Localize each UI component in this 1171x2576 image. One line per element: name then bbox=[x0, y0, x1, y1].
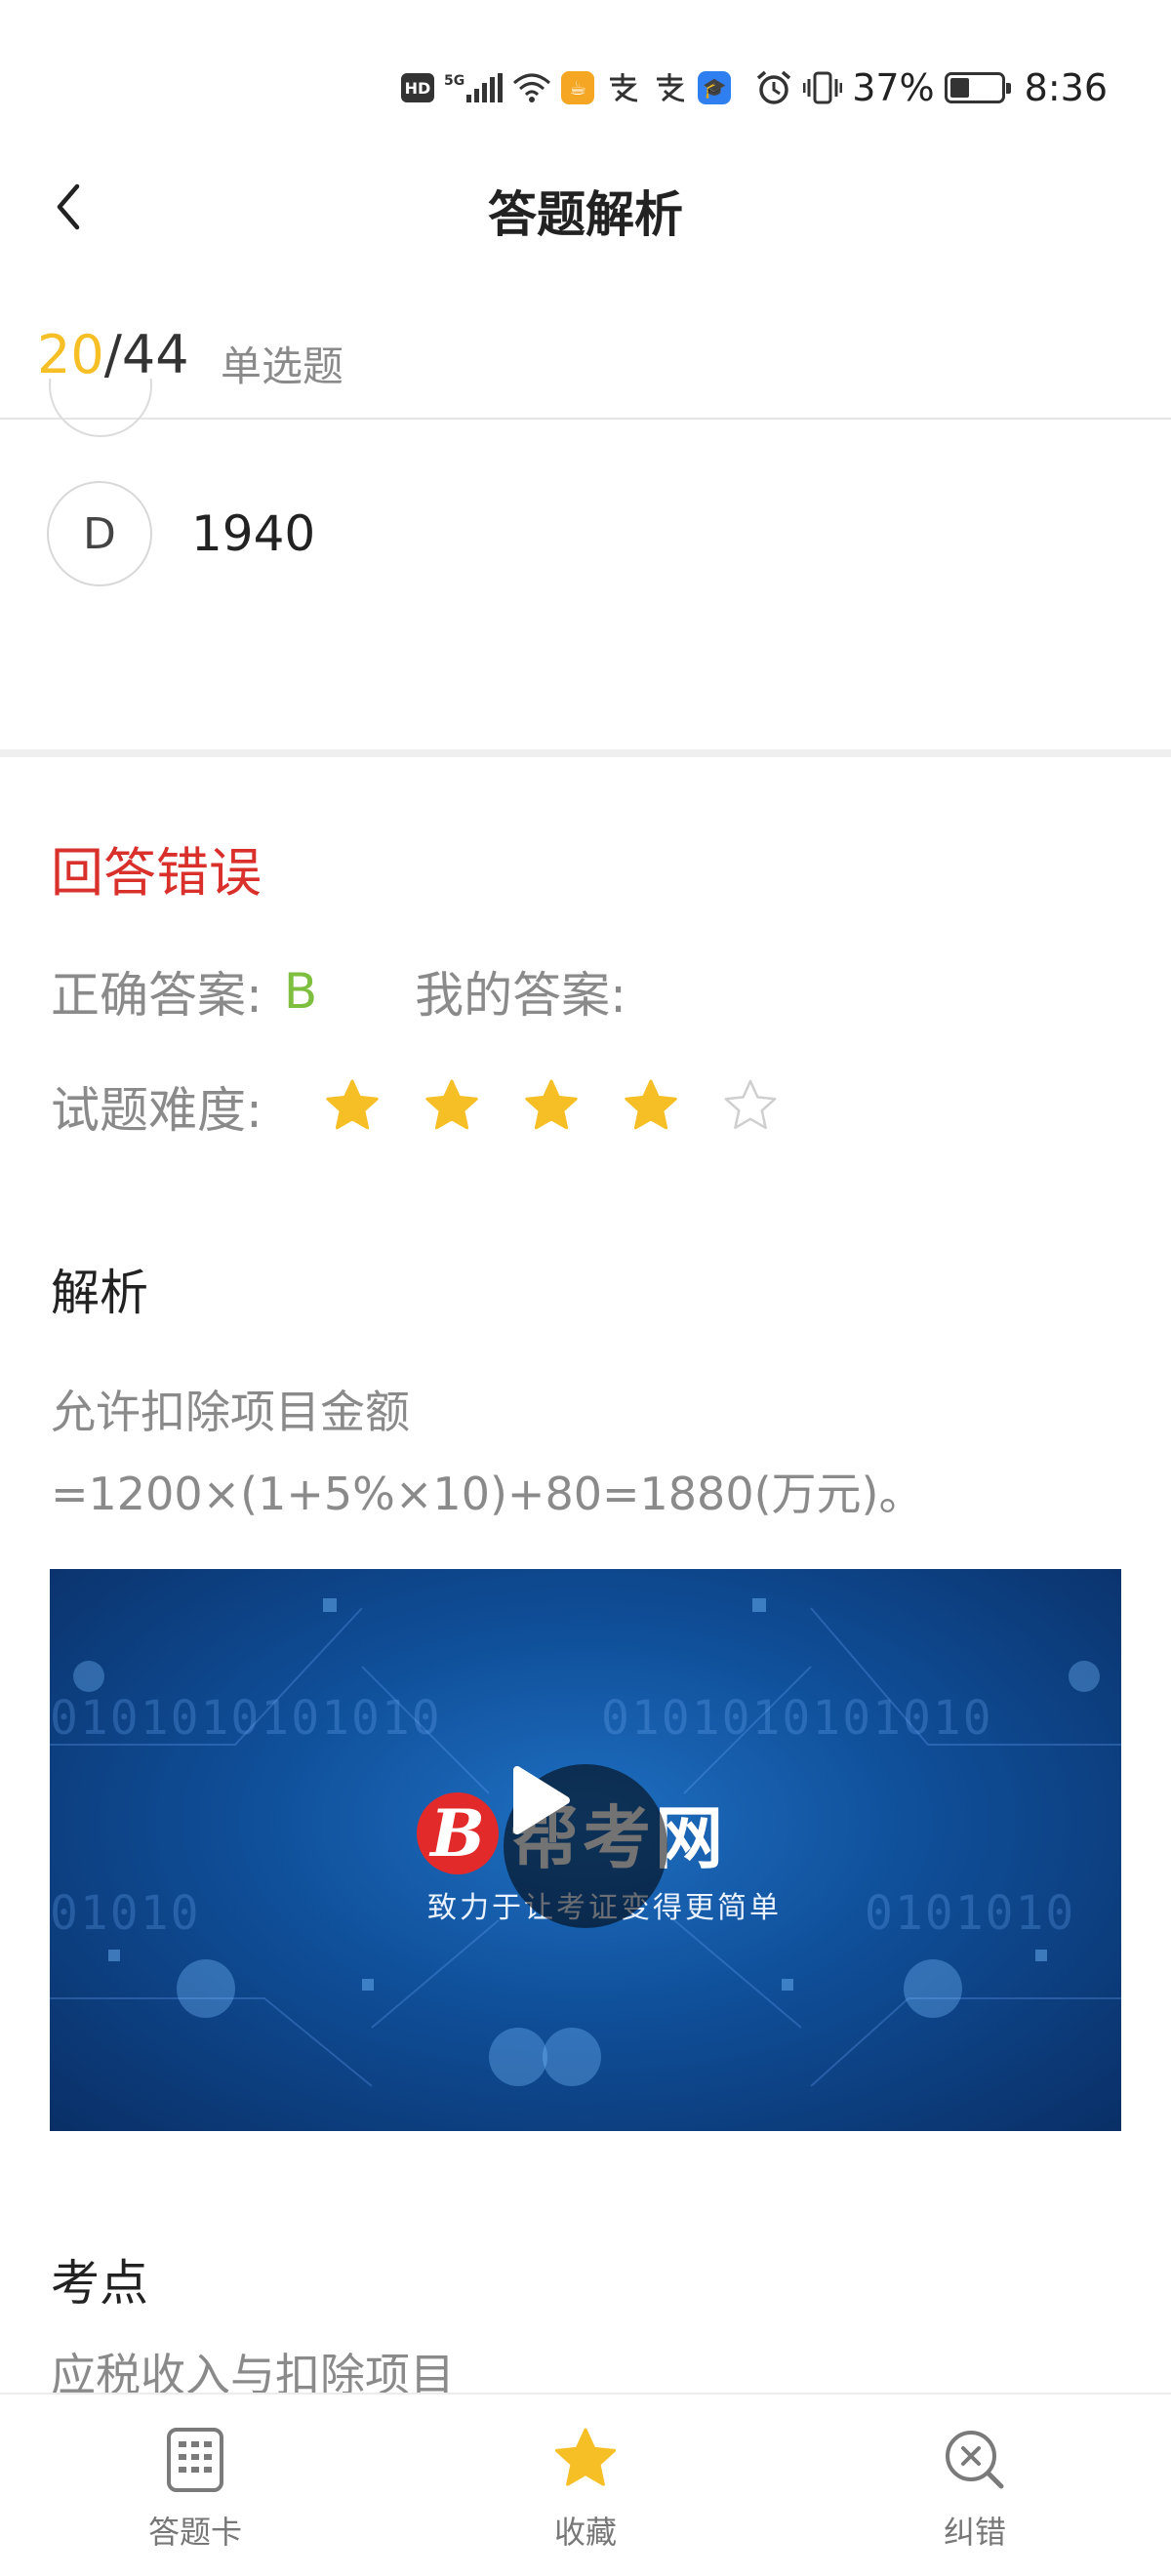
answer-card-icon bbox=[167, 2428, 223, 2492]
answer-row: 正确答案: B 我的答案: bbox=[51, 956, 626, 1026]
option-c-peek[interactable] bbox=[49, 379, 152, 437]
bottom-nav: 答题卡 收藏 纠错 bbox=[0, 2393, 1171, 2576]
current-question-number: 20 bbox=[37, 324, 104, 385]
signal-icon: 5G bbox=[444, 73, 504, 102]
battery-icon bbox=[944, 72, 1011, 103]
tab-favorite[interactable]: 收藏 bbox=[478, 2424, 693, 2553]
question-type-label: 单选题 bbox=[221, 342, 344, 390]
question-counter: 20/44 bbox=[37, 324, 189, 385]
binary-text-right: 0101010101010 bbox=[601, 1691, 993, 1746]
option-letter: D bbox=[47, 481, 152, 586]
tab-correction[interactable]: 纠错 bbox=[868, 2424, 1082, 2553]
battery-percent: 37% bbox=[852, 66, 935, 109]
correct-answer-value: B bbox=[283, 963, 318, 1020]
clock: 8:36 bbox=[1024, 66, 1108, 109]
difficulty-rating bbox=[323, 1077, 780, 1136]
tab-answer-card[interactable]: 答题卡 bbox=[88, 2424, 303, 2553]
vibrate-icon bbox=[803, 71, 843, 104]
page-title: 答题解析 bbox=[488, 186, 683, 243]
binary-text-lower-right: 0101010 bbox=[865, 1886, 1076, 1941]
key-point-title: 考点 bbox=[51, 2255, 148, 2312]
alarm-icon bbox=[757, 70, 791, 104]
wifi-icon bbox=[513, 73, 551, 102]
error-search-icon bbox=[946, 2431, 1004, 2489]
star-filled-icon bbox=[625, 1079, 677, 1130]
difficulty-label: 试题难度: bbox=[51, 1082, 262, 1139]
alipay-icon bbox=[610, 73, 638, 102]
app-notification-icon: 🎓 bbox=[698, 71, 732, 104]
tab-answer-card-label: 答题卡 bbox=[147, 2514, 242, 2551]
alipay-icon bbox=[657, 73, 685, 102]
analysis-line-2: =1200×(1+5%×10)+80=1880(万元)。 bbox=[51, 1468, 924, 1520]
star-filled-icon bbox=[326, 1079, 379, 1130]
star-filled-icon bbox=[554, 2428, 617, 2486]
binary-text-lower-left: 01010 bbox=[50, 1886, 201, 1941]
app-notification-icon: ☕ bbox=[561, 71, 595, 104]
play-icon bbox=[513, 1766, 570, 1834]
star-empty-icon bbox=[724, 1079, 777, 1130]
nav-header: 答题解析 bbox=[0, 166, 1171, 254]
answer-status: 回答错误 bbox=[51, 842, 262, 904]
tab-favorite-label: 收藏 bbox=[553, 2514, 617, 2551]
difficulty-row: 试题难度: bbox=[51, 1071, 780, 1142]
brand-logo-mark: B bbox=[417, 1791, 499, 1874]
binary-text-left: 0101010101010 bbox=[50, 1691, 442, 1746]
option-d[interactable]: D 1940 bbox=[47, 481, 315, 586]
status-icons: HD 5G ☕ 🎓 37% 8:36 bbox=[400, 60, 1108, 115]
my-answer-label: 我的答案: bbox=[415, 967, 627, 1024]
analysis-line-1: 允许扣除项目金额 bbox=[51, 1386, 410, 1438]
question-progress-bar: 20/44 单选题 bbox=[0, 312, 1171, 420]
analysis-text: 允许扣除项目金额 =1200×(1+5%×10)+80=1880(万元)。 bbox=[51, 1371, 1124, 1535]
correct-answer-label: 正确答案: bbox=[51, 967, 262, 1024]
star-filled-icon bbox=[525, 1079, 578, 1130]
section-divider bbox=[0, 749, 1171, 757]
play-button[interactable] bbox=[504, 1764, 667, 1928]
tab-correction-label: 纠错 bbox=[943, 2514, 1006, 2551]
option-text: 1940 bbox=[191, 505, 316, 562]
analysis-video[interactable]: 0101010101010 0101010101010 01010 010101… bbox=[50, 1569, 1121, 2131]
status-bar: HD 5G ☕ 🎓 37% 8:36 bbox=[0, 0, 1171, 166]
counter-separator: / bbox=[103, 324, 122, 385]
analysis-title: 解析 bbox=[51, 1265, 148, 1321]
hd-icon: HD bbox=[400, 73, 434, 102]
star-filled-icon bbox=[425, 1079, 478, 1130]
total-questions: 44 bbox=[121, 324, 189, 385]
